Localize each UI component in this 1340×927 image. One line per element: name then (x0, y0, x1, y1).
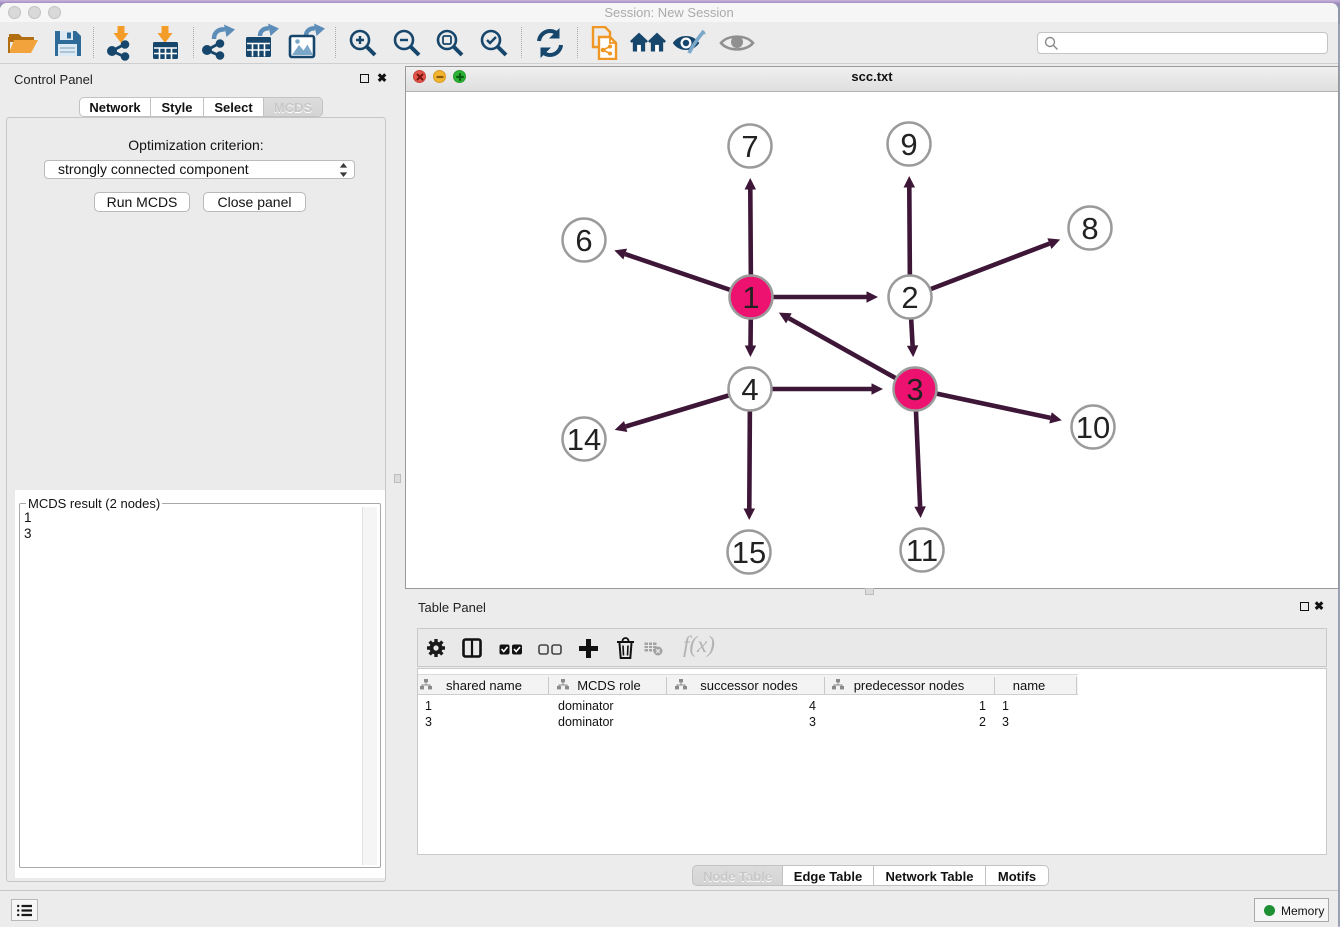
svg-text:8: 8 (1081, 211, 1098, 246)
svg-text:6: 6 (575, 223, 592, 258)
svg-text:4: 4 (741, 372, 758, 407)
svg-text:2: 2 (901, 280, 918, 315)
svg-text:9: 9 (900, 127, 917, 162)
svg-text:1: 1 (742, 280, 759, 315)
svg-text:15: 15 (732, 535, 766, 570)
svg-text:7: 7 (741, 129, 758, 164)
svg-text:3: 3 (906, 372, 923, 407)
svg-text:10: 10 (1076, 410, 1110, 445)
svg-text:14: 14 (567, 422, 601, 457)
svg-text:11: 11 (906, 533, 938, 568)
